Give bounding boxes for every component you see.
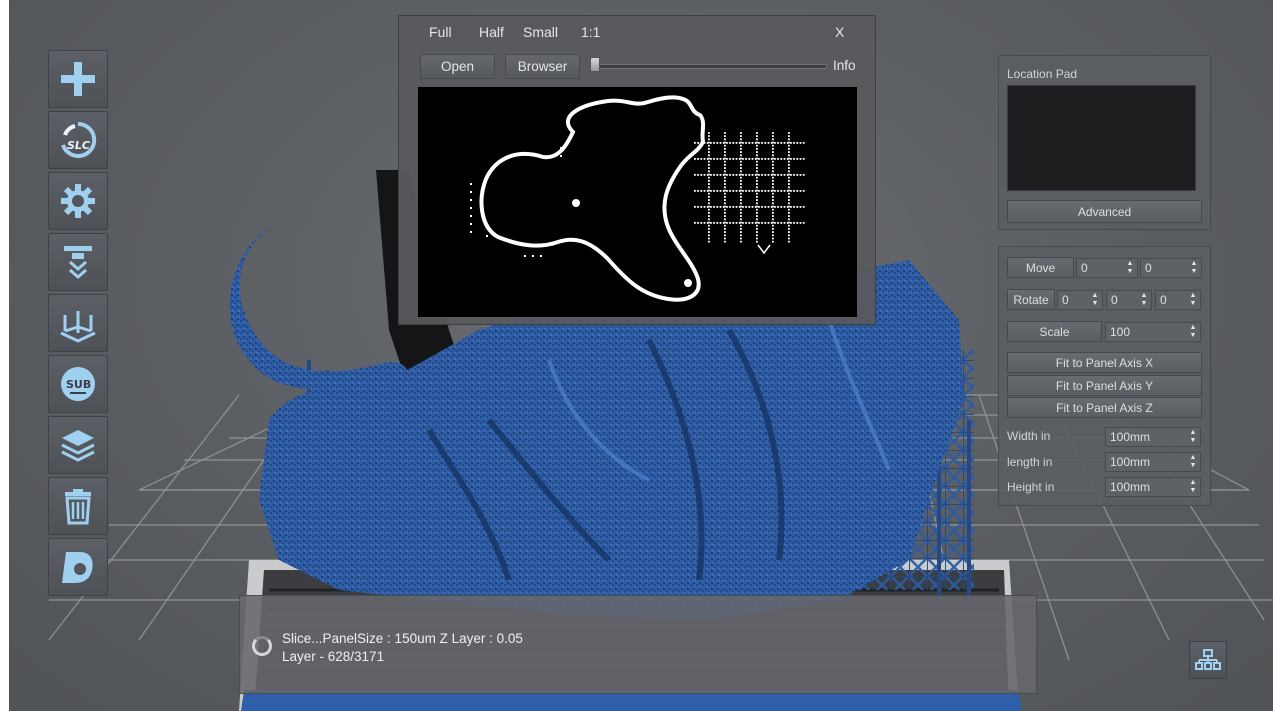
fit-axis-y-button[interactable]: Fit to Panel Axis Y — [1007, 375, 1202, 396]
hierarchy-icon — [1195, 649, 1221, 670]
layer-slider[interactable] — [591, 64, 827, 69]
browser-button[interactable]: Browser — [505, 54, 580, 79]
rotate-z-value: 0 — [1160, 293, 1167, 307]
support-icon — [64, 246, 92, 279]
slice-image: (function(){ var g = document.currentScr… — [418, 87, 857, 317]
add-model-button[interactable] — [48, 50, 108, 108]
layer-slider-handle[interactable] — [590, 57, 600, 72]
length-input[interactable]: 100mm ▲ ▼ — [1105, 452, 1201, 472]
dental-button[interactable] — [48, 538, 108, 596]
object-tree-button[interactable] — [1189, 641, 1227, 679]
width-value: 100mm — [1110, 430, 1151, 444]
scale-value: 100 — [1110, 325, 1131, 339]
spin-arrows-icon[interactable]: ▲ ▼ — [1188, 429, 1198, 445]
platform-button[interactable] — [48, 294, 108, 352]
move-y-input[interactable]: 0 ▲ ▼ — [1140, 258, 1202, 278]
spin-arrows-icon[interactable]: ▲ ▼ — [1188, 324, 1198, 340]
width-input[interactable]: 100mm ▲ ▼ — [1105, 427, 1201, 447]
transform-panel: Move 0 ▲ ▼ 0 ▲ ▼ Rotate 0 ▲ ▼ 0 ▲ ▼ 0 ▲ ▼ Sca… — [998, 246, 1211, 506]
spin-arrows-icon[interactable]: ▲ ▼ — [1188, 292, 1198, 308]
spin-arrows-icon[interactable]: ▲ ▼ — [1139, 292, 1149, 308]
rotate-y-input[interactable]: 0 ▲ ▼ — [1106, 290, 1152, 310]
status-line-2: Layer - 628/3171 — [282, 649, 385, 664]
move-button[interactable]: Move — [1007, 257, 1074, 278]
spin-arrows-icon[interactable]: ▲ ▼ — [1189, 260, 1199, 276]
support-grid-dots: (function(){ var g = document.currentScr… — [694, 132, 805, 243]
rotate-x-input[interactable]: 0 ▲ ▼ — [1057, 290, 1103, 310]
sub-icon: SUB — [61, 367, 95, 401]
rotate-y-value: 0 — [1111, 293, 1118, 307]
height-value: 100mm — [1110, 480, 1151, 494]
right-edge — [1273, 0, 1280, 711]
slice-preview-window: Full Half Small 1:1 X Open Browser Info … — [398, 15, 876, 325]
layers-button[interactable] — [48, 416, 108, 474]
plus-icon — [61, 62, 95, 96]
menu-small[interactable]: Small — [523, 24, 558, 40]
rotate-button[interactable]: Rotate — [1007, 289, 1055, 310]
length-label: length in — [1007, 455, 1053, 469]
move-y-value: 0 — [1145, 261, 1152, 275]
scale-button[interactable]: Scale — [1007, 321, 1102, 342]
menu-half[interactable]: Half — [479, 24, 504, 40]
location-pad-panel: Location Pad Advanced — [998, 55, 1211, 230]
trash-icon — [65, 489, 91, 525]
move-x-input[interactable]: 0 ▲ ▼ — [1076, 258, 1138, 278]
layers-icon — [61, 430, 95, 462]
loading-spinner-icon — [252, 636, 272, 656]
slc-icon: SLC — [61, 121, 97, 158]
scale-input[interactable]: 100 ▲ ▼ — [1105, 322, 1201, 342]
load-slc-button[interactable]: SLC — [48, 111, 108, 169]
spin-arrows-icon[interactable]: ▲ ▼ — [1188, 479, 1198, 495]
delete-button[interactable] — [48, 477, 108, 535]
fit-axis-x-button[interactable]: Fit to Panel Axis X — [1007, 352, 1202, 373]
length-value: 100mm — [1110, 455, 1151, 469]
close-button[interactable]: X — [835, 24, 844, 40]
platform-icon — [60, 311, 96, 343]
location-pad-title: Location Pad — [1007, 67, 1078, 81]
info-button[interactable]: Info — [833, 58, 856, 73]
settings-button[interactable] — [48, 172, 108, 230]
spin-arrows-icon[interactable]: ▲ ▼ — [1125, 260, 1135, 276]
height-label: Height in — [1007, 480, 1055, 494]
advanced-button[interactable]: Advanced — [1007, 200, 1202, 223]
slice-status-panel: Slice...PanelSize : 150um Z Layer : 0.05… — [239, 595, 1037, 694]
height-input[interactable]: 100mm ▲ ▼ — [1105, 477, 1201, 497]
rotate-x-value: 0 — [1062, 293, 1069, 307]
menu-full[interactable]: Full — [429, 24, 452, 40]
svg-text:SUB: SUB — [66, 378, 91, 391]
support-button[interactable] — [48, 233, 108, 291]
sub-button[interactable]: SUB — [48, 355, 108, 413]
move-x-value: 0 — [1081, 261, 1088, 275]
spin-arrows-icon[interactable]: ▲ ▼ — [1090, 292, 1100, 308]
spin-arrows-icon[interactable]: ▲ ▼ — [1188, 454, 1198, 470]
menu-one-to-one[interactable]: 1:1 — [581, 24, 600, 40]
svg-text:SLC: SLC — [67, 139, 90, 152]
preview-menu: Full Half Small 1:1 X — [399, 24, 875, 44]
open-button[interactable]: Open — [420, 54, 495, 79]
d-logo-icon — [62, 552, 93, 583]
status-line-1: Slice...PanelSize : 150um Z Layer : 0.05 — [282, 631, 523, 646]
width-label: Width in — [1007, 429, 1051, 443]
slice-contour-graphic: (function(){ var g = document.currentScr… — [470, 95, 805, 302]
gear-icon — [61, 184, 95, 218]
rotate-z-input[interactable]: 0 ▲ ▼ — [1155, 290, 1201, 310]
location-pad[interactable] — [1007, 85, 1196, 191]
left-toolbar: SLC SUB — [48, 50, 110, 599]
fit-axis-z-button[interactable]: Fit to Panel Axis Z — [1007, 397, 1202, 418]
left-edge — [0, 0, 9, 711]
